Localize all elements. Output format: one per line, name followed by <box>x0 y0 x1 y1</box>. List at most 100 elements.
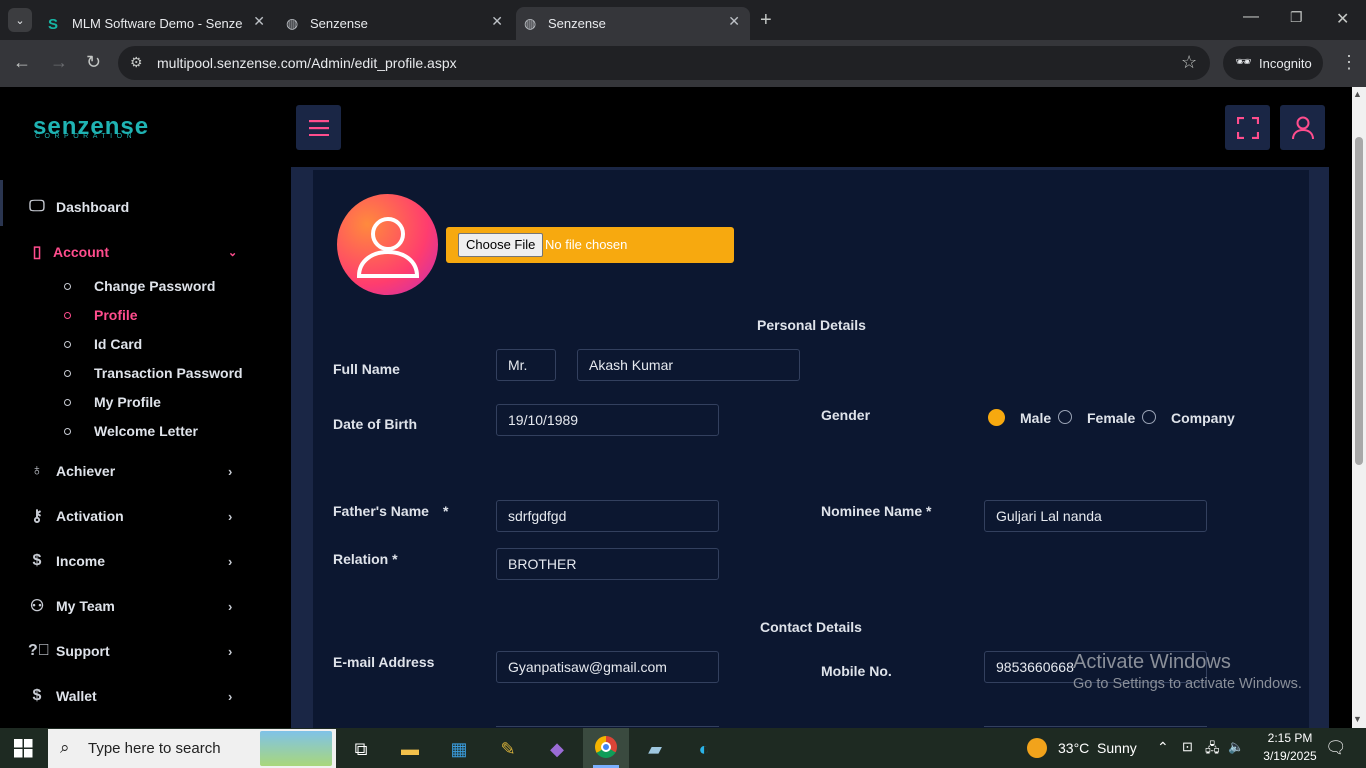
gender-company-label: Company <box>1171 410 1235 426</box>
file-upload[interactable]: Choose File No file chosen <box>446 227 734 263</box>
network-icon[interactable]: 🖧 <box>1205 739 1220 761</box>
chrome-icon-center <box>601 742 611 752</box>
site-info-icon[interactable]: ⚙ <box>130 54 143 71</box>
gender-male-radio[interactable] <box>988 409 1005 426</box>
microsoft-store-icon[interactable]: ▦ <box>446 736 472 762</box>
window-close-icon[interactable]: ✕ <box>1336 9 1349 29</box>
close-icon[interactable]: ✕ <box>253 13 265 30</box>
app-tool-icon[interactable]: ✎ <box>495 736 521 762</box>
tab-title: Senzense <box>310 16 368 31</box>
gender-company-radio[interactable] <box>1142 410 1156 424</box>
chevron-right-icon: › <box>228 643 233 659</box>
bookmark-star-icon[interactable]: ☆ <box>1181 52 1197 73</box>
volume-icon[interactable]: 🔈 <box>1228 739 1244 755</box>
sidebar-item-dashboard[interactable]: 🖵 Dashboard <box>0 187 260 227</box>
sidebar-item-label: Account <box>53 244 109 260</box>
file-explorer-icon[interactable]: ▬ <box>397 736 423 762</box>
hamburger-icon <box>308 119 329 136</box>
chevron-right-icon: › <box>228 463 233 479</box>
reload-icon[interactable]: ↻ <box>86 52 101 73</box>
tab-search-button[interactable]: ⌄ <box>8 8 32 32</box>
bullet-icon <box>64 312 71 319</box>
bullet-icon <box>64 399 71 406</box>
close-icon[interactable]: ✕ <box>728 13 740 30</box>
globe-icon: ◍ <box>524 15 537 31</box>
sidebar-toggle-button[interactable] <box>296 105 341 150</box>
s-logo-icon: S <box>48 15 59 33</box>
sidebar-item-support[interactable]: ?⃝ Support › <box>0 631 260 671</box>
tray-chevron-up-icon[interactable]: ⌃ <box>1157 739 1169 756</box>
minimize-icon[interactable]: — <box>1243 8 1259 26</box>
full-name-input[interactable]: Akash Kumar <box>577 349 800 381</box>
scrollbar-thumb[interactable] <box>1355 137 1363 465</box>
taskbar-search[interactable]: ⌕ Type here to search <box>48 729 336 768</box>
title-select[interactable]: Mr. <box>496 349 556 381</box>
fullscreen-button[interactable] <box>1225 105 1270 150</box>
nominee-name-input[interactable]: Guljari Lal nanda <box>984 500 1207 532</box>
new-tab-icon[interactable]: + <box>760 9 772 32</box>
fullscreen-icon <box>1236 116 1259 139</box>
clock-time[interactable]: 2:15 PM <box>1260 731 1320 745</box>
menu-kebab-icon[interactable]: ⋮ <box>1340 52 1358 73</box>
task-view-icon[interactable]: ⧉ <box>348 736 374 762</box>
sidebar-item-label: Wallet <box>56 688 97 704</box>
chevron-right-icon: › <box>228 508 233 524</box>
chrome-taskbar-active[interactable] <box>583 728 629 768</box>
contact-details-title: Contact Details <box>760 619 862 635</box>
activate-windows-title: Activate Windows <box>1073 651 1231 673</box>
weather-text[interactable]: 33°C Sunny <box>1058 740 1137 756</box>
choose-file-button[interactable]: Choose File <box>458 233 544 257</box>
monitor-icon: 🖵 <box>29 198 45 215</box>
sidebar-item-achiever[interactable]: ♁ Achiever › <box>0 451 260 491</box>
dob-label: Date of Birth <box>333 416 417 432</box>
forward-icon[interactable]: → <box>50 52 68 73</box>
weather-sun-icon <box>1027 738 1047 758</box>
notifications-icon[interactable]: 🗨 <box>1325 738 1347 758</box>
sidebar-item-label: Dashboard <box>56 199 130 215</box>
url-text: multipool.senzense.com/Admin/edit_profil… <box>157 55 457 71</box>
sidebar-item-my-team[interactable]: ⚇ My Team › <box>0 586 260 626</box>
sidebar-item-account[interactable]: ▯ Account ⌄ <box>0 232 260 272</box>
scroll-down-icon[interactable]: ▼ <box>1353 714 1362 724</box>
dob-input[interactable]: 19/10/1989 <box>496 404 719 436</box>
tray-device-icon[interactable]: ⊡ <box>1182 739 1193 755</box>
sidebar-item-wallet[interactable]: $ Wallet › <box>0 676 260 716</box>
gender-male-label: Male <box>1020 410 1052 426</box>
activate-windows-subtitle: Go to Settings to activate Windows. <box>1073 676 1302 692</box>
scroll-up-icon[interactable]: ▲ <box>1353 89 1362 99</box>
close-icon[interactable]: ✕ <box>491 13 503 30</box>
father-name-input[interactable]: sdrfgdfgd <box>496 500 719 532</box>
relation-input[interactable]: BROTHER <box>496 548 719 580</box>
notes-app-icon[interactable]: ▰ <box>642 736 668 762</box>
sidebar-item-income[interactable]: $ Income › <box>0 541 260 581</box>
submenu-label: Transaction Password <box>94 365 243 381</box>
personal-details-title: Personal Details <box>757 317 866 333</box>
sidebar-item-activation[interactable]: ⚷ Activation › <box>0 496 260 536</box>
incognito-badge[interactable]: 🕶 Incognito <box>1223 46 1323 80</box>
browser-tab-2[interactable]: ◍ Senzense ✕ <box>278 7 513 40</box>
back-icon[interactable]: ← <box>13 52 31 73</box>
gender-female-radio[interactable] <box>1058 410 1072 424</box>
browser-tab-3-active[interactable]: ◍ Senzense ✕ <box>516 7 750 40</box>
windows-start-icon[interactable] <box>14 739 33 763</box>
restore-icon[interactable]: ❐ <box>1290 9 1303 26</box>
sidebar-item-label: Achiever <box>56 463 116 479</box>
avatar <box>337 194 438 295</box>
submenu-label: Welcome Letter <box>94 423 198 439</box>
clock-date[interactable]: 3/19/2025 <box>1255 749 1325 763</box>
user-menu-button[interactable] <box>1280 105 1325 150</box>
chevron-right-icon: › <box>228 553 233 569</box>
submenu-label: Change Password <box>94 278 216 294</box>
browser-tab-1[interactable]: S MLM Software Demo - Senzense ✕ <box>40 7 275 40</box>
search-highlight-image <box>260 731 332 766</box>
search-icon: ⌕ <box>60 738 70 757</box>
dollar-icon: $ <box>32 552 42 569</box>
edge-icon[interactable]: ◐ <box>691 736 717 762</box>
chevron-down-icon: ⌄ <box>228 246 238 259</box>
email-input[interactable]: Gyanpatisaw@gmail.com <box>496 651 719 683</box>
dollar-icon: $ <box>32 687 42 704</box>
mobile-label: Mobile No. <box>821 663 892 679</box>
bullet-icon <box>64 341 71 348</box>
bullet-icon <box>64 370 71 377</box>
visual-studio-icon[interactable]: ◆ <box>544 736 570 762</box>
